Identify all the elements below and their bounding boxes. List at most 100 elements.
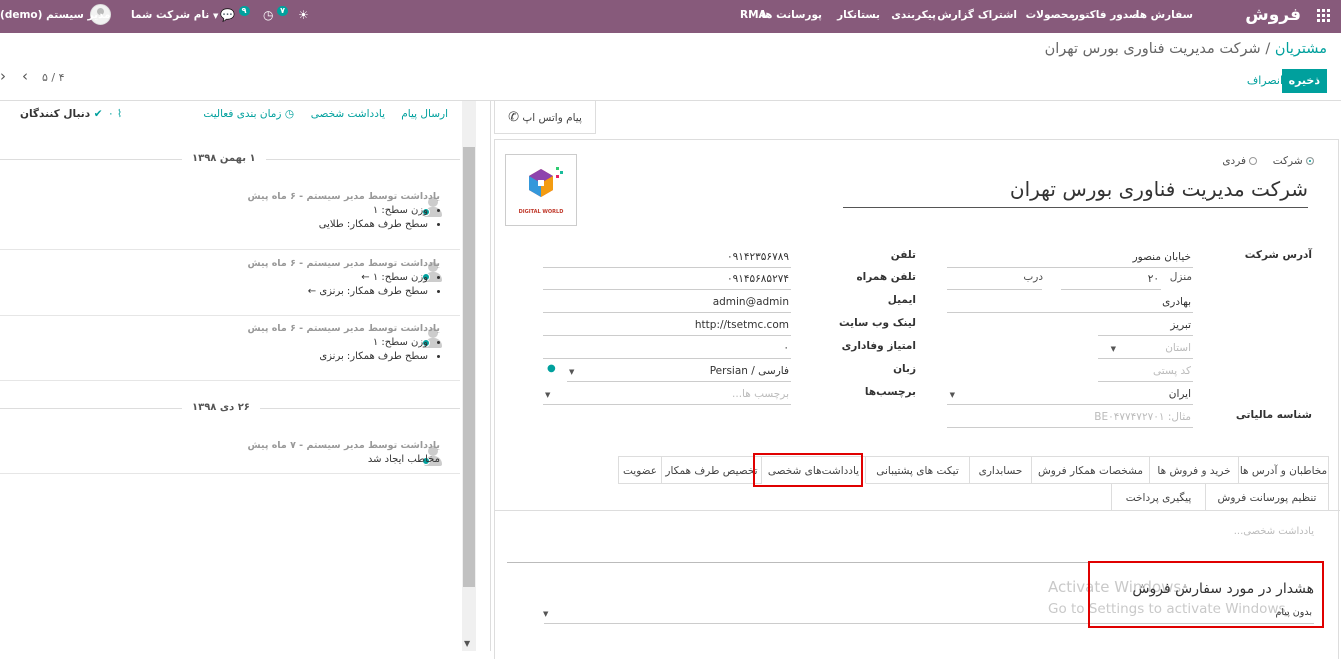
chatter-panel: ارسال پیام یادداشت شخصی ◷ زمان بندی فعال… <box>0 101 490 651</box>
pager-previous-icon[interactable]: ‹ <box>22 67 28 85</box>
email-field[interactable]: admin@admin <box>543 291 791 313</box>
door-field[interactable] <box>947 268 1042 290</box>
bug-icon[interactable]: ☀ <box>298 0 309 33</box>
partner-name[interactable]: شرکت مدیریت فناوری بورس تهران <box>1010 177 1308 201</box>
caret-down-icon: ▼ <box>212 12 219 20</box>
whatsapp-button[interactable]: پیام واتس اپ ✆ <box>494 101 596 134</box>
tab-accounting[interactable]: حسابداری <box>969 456 1032 484</box>
top-navbar: فروش سفارش ها صدور فاکتور محصولات اشتراک… <box>0 0 1341 33</box>
scrollbar-thumb[interactable] <box>463 147 475 587</box>
street-field[interactable]: خیابان منصور <box>947 246 1193 268</box>
language-field[interactable]: Persian / فارسی <box>567 360 791 382</box>
date-label: ۲۶ دی ۱۳۹۸ <box>182 402 260 413</box>
followers-button[interactable]: ✔ دنبال کنندگان <box>20 108 103 120</box>
tab-purchase-sales[interactable]: خرید و فروش ها <box>1149 456 1239 484</box>
menu-subscription[interactable]: اشتراک <box>978 0 1017 33</box>
save-button[interactable]: ذخیره <box>1281 69 1327 93</box>
message-line: وزن سطح: ۱ <box>248 337 428 348</box>
country-field[interactable]: ایران <box>947 383 1193 405</box>
highlight-tab-box <box>753 453 863 487</box>
menu-orders[interactable]: سفارش ها <box>1136 0 1193 33</box>
vat-field[interactable]: مثال: BE۰۴۷۷۴۷۲۷۰۱ <box>947 406 1193 428</box>
menu-invoicing[interactable]: صدور فاکتور <box>1073 0 1139 33</box>
street2-field[interactable]: بهادری <box>947 291 1193 313</box>
message-divider <box>0 380 460 381</box>
logo-text: DIGITAL WORLD <box>518 209 564 215</box>
message-line: سطح طرف همکار: طلایی <box>248 219 428 230</box>
message-divider <box>0 473 460 474</box>
tab-membership[interactable]: عضویت <box>618 456 662 484</box>
menu-products[interactable]: محصولات <box>1026 0 1075 33</box>
menu-rma[interactable]: RMA <box>740 0 767 33</box>
activities-button[interactable]: ۷ ◷ <box>263 0 289 33</box>
website-field[interactable]: http://tsetmc.com <box>543 314 791 336</box>
attachments-count: ۰ <box>108 108 114 120</box>
tab-support-tickets[interactable]: تیکت های پشتیبانی <box>865 456 970 484</box>
message-line: وزن سطح: ۱ <box>248 205 428 216</box>
discard-button[interactable]: انصراف <box>1247 69 1283 93</box>
breadcrumb-parent[interactable]: مشتریان <box>1275 41 1327 57</box>
radio-company-label: شرکت <box>1272 155 1303 167</box>
menu-config[interactable]: پیکربندی <box>891 0 936 33</box>
tags-field[interactable]: برچسب ها... <box>543 383 791 405</box>
activities-count: ۷ <box>277 6 289 16</box>
menu-commissions[interactable]: پورسانت ها <box>761 0 822 33</box>
zip-field[interactable]: کد پستی <box>1098 360 1193 382</box>
user-name[interactable]: مدیر سیستم (demo) <box>0 0 111 33</box>
tab-sales-partner[interactable]: مشخصات همکار فروش <box>1031 456 1150 484</box>
company-switcher[interactable]: ▼ نام شرکت شما <box>131 0 218 33</box>
pager-next-icon[interactable]: › <box>0 67 6 85</box>
tags-caret-icon: ▼ <box>545 391 551 399</box>
radio-individual[interactable]: فردی <box>1222 155 1258 167</box>
radio-company[interactable]: شرکت <box>1269 155 1314 167</box>
send-message-button[interactable]: ارسال پیام <box>401 108 448 120</box>
message-item: یادداشت توسط مدیر سیستم - ۶ ماه پیش وزن … <box>248 191 440 230</box>
tab-payment-followup[interactable]: پیگیری پرداخت <box>1111 483 1206 511</box>
address-label: آدرس شرکت <box>1244 249 1312 261</box>
message-author: یادداشت توسط مدیر سیستم <box>306 191 440 202</box>
breadcrumb-separator: / <box>1265 41 1271 57</box>
message-divider <box>0 315 460 316</box>
warning-caret-icon: ▼ <box>543 610 549 618</box>
city-field[interactable]: تبریز <box>1098 314 1193 336</box>
tab-commission-settings[interactable]: تنظیم پورسانت فروش <box>1205 483 1329 511</box>
menu-reports[interactable]: گزارش <box>937 0 974 33</box>
schedule-activity-button[interactable]: ◷ زمان بندی فعالیت <box>203 108 294 120</box>
notes-placeholder[interactable]: یادداشت شخصی... <box>1234 526 1314 537</box>
email-label: ایمیل <box>887 294 916 306</box>
partner-logo[interactable]: DIGITAL WORLD <box>505 154 577 226</box>
control-panel: مشتریان / شرکت مدیریت فناوری بورس تهران … <box>0 33 1341 101</box>
messages-button[interactable]: ۹ 💬 <box>220 0 250 33</box>
log-note-button[interactable]: یادداشت شخصی <box>311 108 385 120</box>
scroll-down-icon[interactable]: ▼ <box>464 639 470 648</box>
pager-value[interactable]: ۵ / ۴ <box>42 71 65 84</box>
globe-icon[interactable]: ● <box>547 363 556 374</box>
clock-icon: ◷ <box>263 8 274 22</box>
whatsapp-label: پیام واتس اپ <box>522 112 582 124</box>
apps-menu-icon[interactable] <box>1317 9 1331 23</box>
country-caret-icon: ▼ <box>949 391 955 399</box>
mobile-label: تلفن همراه <box>856 271 916 283</box>
tabs-divider <box>495 510 1340 511</box>
message-author: یادداشت توسط مدیر سیستم <box>306 440 440 451</box>
company-type-radios: شرکت فردی <box>1222 155 1314 167</box>
loyalty-field: ۰ <box>543 337 791 359</box>
breadcrumb: مشتریان / شرکت مدیریت فناوری بورس تهران <box>1045 41 1327 57</box>
mobile-field[interactable]: ۰۹۱۴۵۶۸۵۲۷۴ <box>543 268 791 290</box>
unit-field[interactable]: ۲۰ <box>1061 268 1161 290</box>
message-date: ۶ ماه پیش <box>247 323 296 334</box>
tab-partner-assignment[interactable]: تخصیص طرف همکار <box>661 456 762 484</box>
message-item: یادداشت توسط مدیر سیستم - ۶ ماه پیش وزن … <box>248 258 440 297</box>
schedule-activity-label: زمان بندی فعالیت <box>203 108 282 120</box>
name-underline <box>843 207 1308 208</box>
message-line: سطح طرف همکار: برنزی ← <box>248 286 428 297</box>
app-brand[interactable]: فروش <box>1245 0 1301 33</box>
paperclip-icon: ⌇ <box>116 108 123 120</box>
attachments-button[interactable]: ⌇ ۰ <box>108 108 122 120</box>
state-caret-icon: ▼ <box>1110 345 1116 353</box>
tab-contacts[interactable]: مخاطبان و آدرس ها <box>1238 456 1329 484</box>
message-line: وزن سطح: ۱ ← <box>248 272 428 283</box>
phone-field[interactable]: ۰۹۱۴۲۳۵۶۷۸۹ <box>543 246 791 268</box>
menu-creditor[interactable]: بستانکار <box>837 0 880 33</box>
breadcrumb-current: شرکت مدیریت فناوری بورس تهران <box>1044 41 1261 57</box>
